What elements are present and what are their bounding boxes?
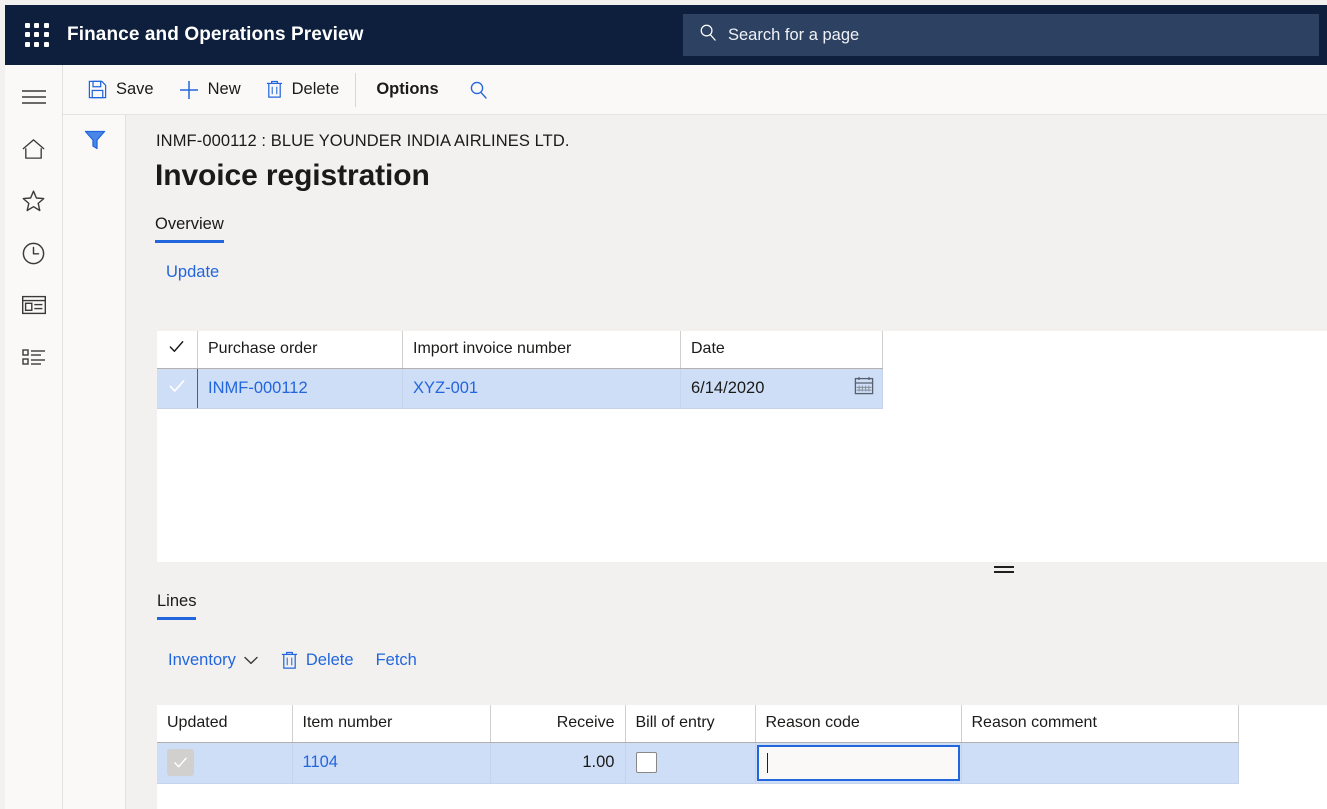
calendar-icon[interactable] [854, 376, 874, 400]
tab-overview-label: Overview [155, 215, 224, 233]
reason-code-input[interactable] [756, 744, 960, 781]
star-icon[interactable] [5, 175, 63, 227]
inventory-menu-button[interactable]: Inventory [168, 651, 258, 670]
save-button[interactable]: Save [75, 65, 166, 115]
checkmark-icon [169, 379, 185, 392]
record-caption: INMF-000112 : BLUE YOUNDER INDIA AIRLINE… [156, 132, 570, 150]
lines-toolbar: Inventory Delete Fetch [168, 650, 417, 671]
home-icon[interactable] [5, 123, 63, 175]
cell-date-value: 6/14/2020 [691, 378, 765, 397]
options-button[interactable]: Options [360, 65, 454, 115]
page-title: Invoice registration [155, 159, 430, 192]
lines-grid: Updated Item number Receive Bill of entr… [157, 705, 1239, 784]
updated-checkbox [167, 749, 194, 776]
overview-grid-header-row: Purchase order Import invoice number Dat… [157, 331, 883, 369]
app-launcher-icon[interactable] [23, 21, 51, 49]
search-input-placeholder: Search for a page [728, 25, 860, 44]
hamburger-menu-icon[interactable] [5, 71, 63, 123]
column-header-import-invoice-number[interactable]: Import invoice number [402, 331, 681, 369]
search-icon [699, 23, 718, 47]
delete-label: Delete [291, 80, 340, 98]
left-navigation-rail [5, 65, 63, 809]
new-button[interactable]: New [166, 65, 253, 115]
column-header-reason-comment[interactable]: Reason comment [961, 705, 1239, 743]
column-header-receive[interactable]: Receive [490, 705, 626, 743]
command-bar: Save New Delete Options [63, 65, 1327, 115]
row-select-checkbox[interactable] [157, 368, 198, 409]
column-header-purchase-order[interactable]: Purchase order [197, 331, 403, 369]
grid-splitter[interactable] [994, 566, 1014, 576]
tab-lines[interactable]: Lines [157, 592, 197, 620]
save-label: Save [116, 80, 154, 98]
lines-section: Lines Inventory Delete Fetch [157, 592, 417, 671]
lines-tabstrip: Lines [157, 592, 417, 620]
cell-bill-of-entry [625, 742, 756, 784]
plus-icon [178, 79, 200, 101]
column-header-date[interactable]: Date [680, 331, 883, 369]
tab-active-underline [157, 617, 197, 620]
fetch-button[interactable]: Fetch [376, 651, 417, 670]
column-header-item-number[interactable]: Item number [292, 705, 491, 743]
toolbar-search-button[interactable] [455, 65, 503, 115]
save-icon [87, 79, 108, 100]
bill-of-entry-checkbox[interactable] [635, 752, 657, 773]
options-label: Options [376, 80, 439, 98]
fetch-label: Fetch [375, 651, 417, 669]
chevron-down-icon [244, 656, 258, 665]
filter-funnel-icon[interactable] [83, 129, 107, 156]
column-header-updated[interactable]: Updated [157, 705, 293, 743]
column-header-bill-of-entry[interactable]: Bill of entry [625, 705, 756, 743]
cell-date[interactable]: 6/14/2020 [680, 368, 883, 409]
overview-toolbar: Update [166, 263, 1327, 282]
lines-grid-header-row: Updated Item number Receive Bill of entr… [157, 705, 1239, 743]
list-icon[interactable] [5, 331, 63, 383]
cell-receive[interactable]: 1.00 [490, 742, 626, 784]
cell-purchase-order[interactable]: INMF-000112 [197, 368, 403, 409]
tab-overview[interactable]: Overview [155, 215, 224, 243]
table-row[interactable]: 1104 1.00 [157, 742, 1239, 784]
lines-delete-button[interactable]: Delete [280, 650, 354, 671]
tab-active-underline [155, 240, 224, 243]
search-icon [469, 80, 489, 100]
filter-rail [63, 115, 126, 809]
clock-icon[interactable] [5, 227, 63, 279]
app-title: Finance and Operations Preview [67, 24, 364, 45]
overview-tabstrip: Overview [155, 215, 1327, 243]
tab-lines-label: Lines [157, 592, 197, 610]
checkmark-icon [174, 757, 187, 768]
overview-grid-area: Purchase order Import invoice number Dat… [157, 331, 1327, 562]
toolbar-divider [355, 72, 357, 107]
cell-updated [157, 742, 293, 784]
workspace-icon[interactable] [5, 279, 63, 331]
cell-reason-code[interactable] [755, 742, 962, 784]
lines-grid-area: Updated Item number Receive Bill of entr… [157, 705, 1327, 809]
cell-item-number[interactable]: 1104 [292, 742, 491, 784]
trash-icon [265, 79, 284, 100]
trash-icon [280, 650, 299, 671]
global-search[interactable]: Search for a page [683, 14, 1319, 56]
delete-button[interactable]: Delete [253, 65, 352, 115]
table-row[interactable]: INMF-000112 XYZ-001 6/14/2020 [157, 368, 883, 409]
cell-import-invoice-number[interactable]: XYZ-001 [402, 368, 681, 409]
new-label: New [207, 80, 241, 98]
text-caret [766, 752, 768, 773]
cell-reason-comment[interactable] [961, 742, 1239, 784]
column-header-reason-code[interactable]: Reason code [755, 705, 962, 743]
overview-grid: Purchase order Import invoice number Dat… [157, 331, 883, 409]
update-button[interactable]: Update [166, 263, 219, 282]
checkmark-icon [169, 341, 184, 353]
select-all-header[interactable] [157, 331, 198, 369]
update-label: Update [166, 263, 220, 281]
lines-delete-label: Delete [305, 651, 354, 669]
inventory-label: Inventory [168, 651, 236, 669]
